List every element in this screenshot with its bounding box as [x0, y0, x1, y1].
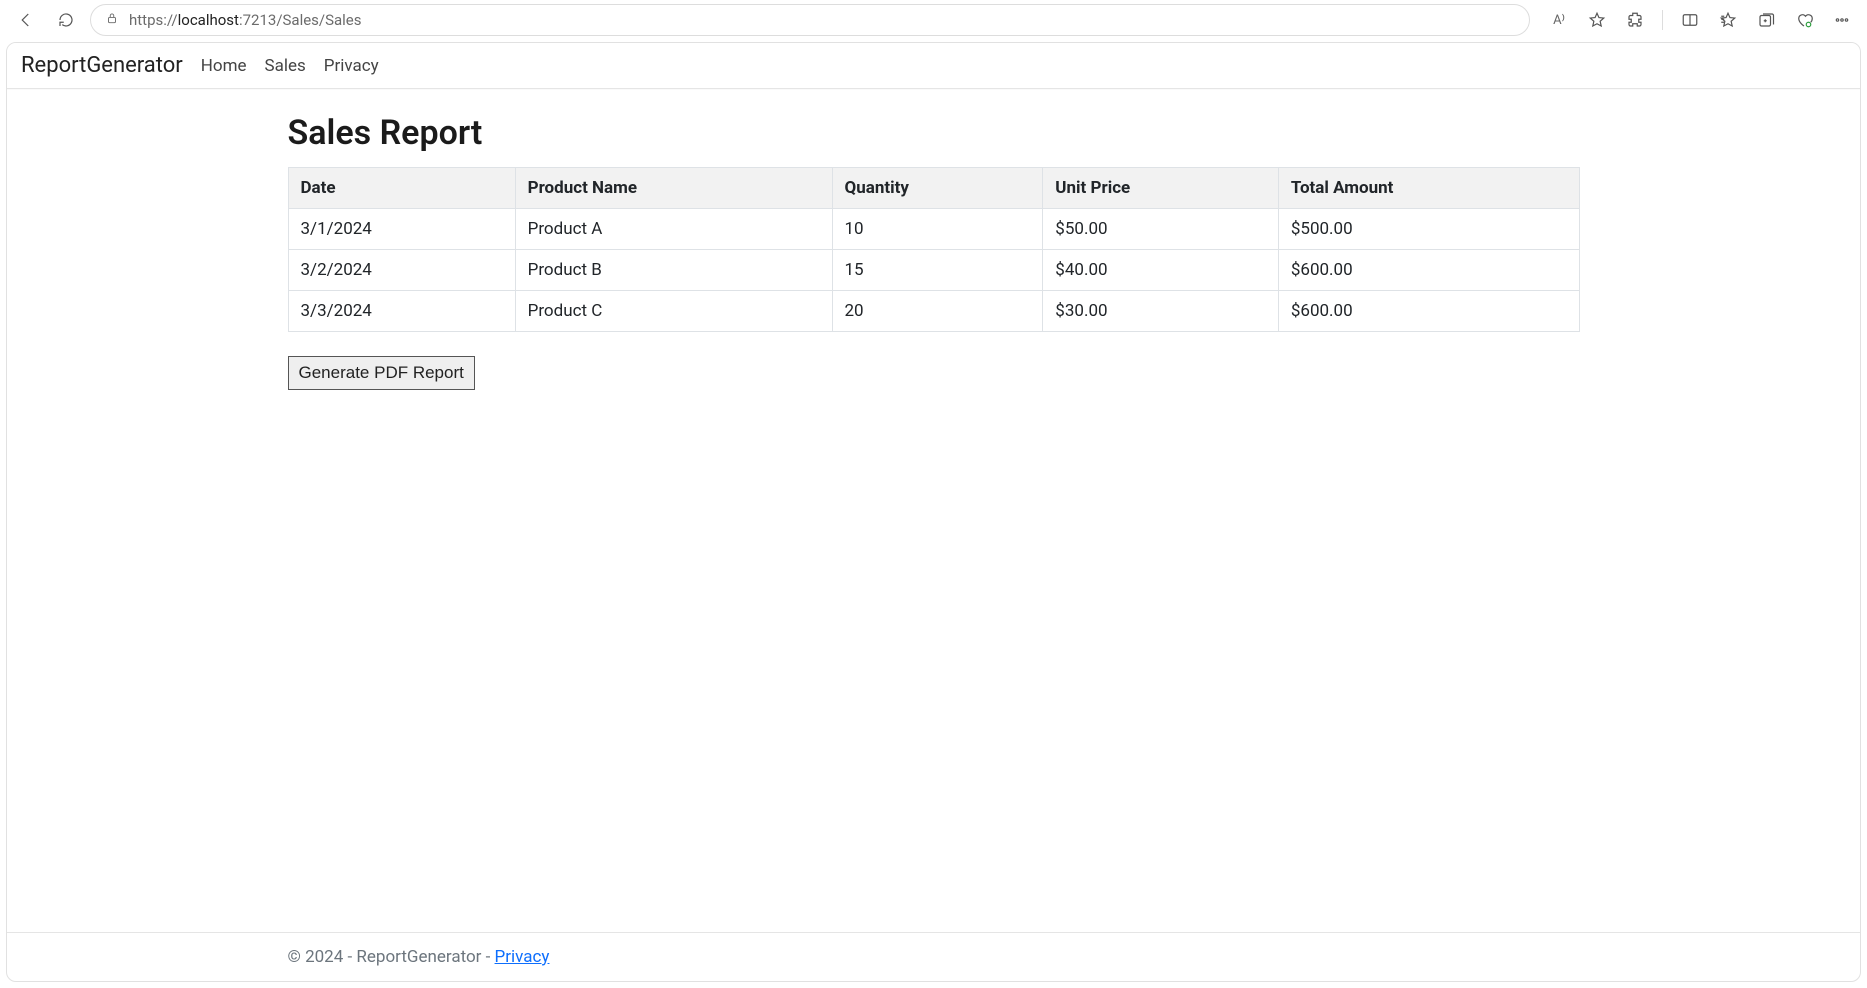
navbar-brand[interactable]: ReportGenerator	[21, 53, 183, 78]
nav-link-home[interactable]: Home	[201, 56, 247, 76]
back-button[interactable]	[10, 4, 42, 36]
page-shell: ReportGenerator Home Sales Privacy Sales…	[6, 42, 1861, 982]
browser-actions: A⁾	[1538, 5, 1857, 35]
cell-date: 3/3/2024	[288, 291, 515, 332]
cell-unit-price: $50.00	[1043, 209, 1279, 250]
page-title: Sales Report	[288, 113, 1580, 153]
cell-product-name: Product A	[515, 209, 832, 250]
cell-date: 3/1/2024	[288, 209, 515, 250]
footer: © 2024 - ReportGenerator - Privacy	[7, 932, 1860, 981]
browser-toolbar: https://localhost:7213/Sales/Sales A⁾	[0, 0, 1867, 40]
url-text: https://localhost:7213/Sales/Sales	[129, 11, 1515, 29]
th-quantity: Quantity	[832, 168, 1043, 209]
refresh-button[interactable]	[50, 4, 82, 36]
url-prefix: https://	[129, 11, 178, 29]
footer-text: © 2024 - ReportGenerator -	[288, 947, 495, 967]
footer-privacy-link[interactable]: Privacy	[495, 947, 550, 967]
collections-icon[interactable]	[1751, 5, 1781, 35]
url-host: localhost	[178, 11, 239, 29]
toolbar-divider	[1662, 10, 1663, 30]
th-total-amount: Total Amount	[1278, 168, 1579, 209]
extensions-icon[interactable]	[1620, 5, 1650, 35]
main-content: Sales Report Date Product Name Quantity …	[274, 89, 1594, 932]
address-bar[interactable]: https://localhost:7213/Sales/Sales	[90, 4, 1530, 36]
cell-total-amount: $600.00	[1278, 250, 1579, 291]
table-header-row: Date Product Name Quantity Unit Price To…	[288, 168, 1579, 209]
nav-link-sales[interactable]: Sales	[265, 56, 306, 76]
navbar-nav: Home Sales Privacy	[201, 56, 379, 76]
cell-unit-price: $30.00	[1043, 291, 1279, 332]
table-row: 3/2/2024 Product B 15 $40.00 $600.00	[288, 250, 1579, 291]
cell-product-name: Product C	[515, 291, 832, 332]
more-icon[interactable]	[1827, 5, 1857, 35]
split-screen-icon[interactable]	[1675, 5, 1705, 35]
cell-date: 3/2/2024	[288, 250, 515, 291]
cell-product-name: Product B	[515, 250, 832, 291]
url-port: :7213	[239, 11, 276, 29]
cell-quantity: 15	[832, 250, 1043, 291]
th-unit-price: Unit Price	[1043, 168, 1279, 209]
th-product-name: Product Name	[515, 168, 832, 209]
cell-unit-price: $40.00	[1043, 250, 1279, 291]
th-date: Date	[288, 168, 515, 209]
cell-quantity: 10	[832, 209, 1043, 250]
table-row: 3/3/2024 Product C 20 $30.00 $600.00	[288, 291, 1579, 332]
cell-total-amount: $500.00	[1278, 209, 1579, 250]
navbar: ReportGenerator Home Sales Privacy	[7, 43, 1860, 89]
generate-pdf-button[interactable]: Generate PDF Report	[288, 356, 475, 390]
star-icon[interactable]	[1582, 5, 1612, 35]
nav-link-privacy[interactable]: Privacy	[324, 56, 379, 76]
lock-icon	[105, 11, 119, 29]
sales-table: Date Product Name Quantity Unit Price To…	[288, 167, 1580, 332]
browser-essentials-icon[interactable]	[1789, 5, 1819, 35]
url-path: /Sales/Sales	[276, 11, 361, 29]
cell-quantity: 20	[832, 291, 1043, 332]
favorites-icon[interactable]	[1713, 5, 1743, 35]
cell-total-amount: $600.00	[1278, 291, 1579, 332]
read-aloud-icon[interactable]: A⁾	[1544, 5, 1574, 35]
table-row: 3/1/2024 Product A 10 $50.00 $500.00	[288, 209, 1579, 250]
